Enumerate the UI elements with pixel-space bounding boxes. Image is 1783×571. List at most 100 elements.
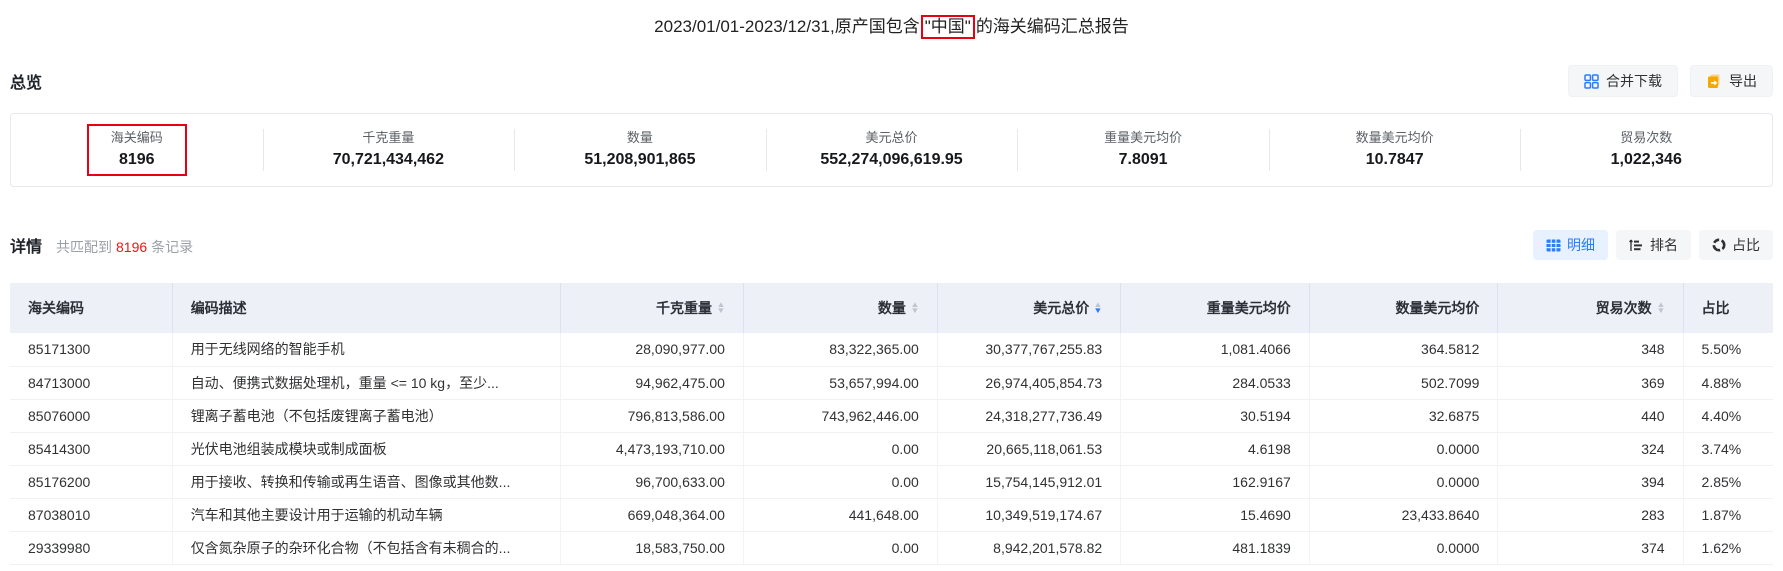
cell-1: 自动、便携式数据处理机，重量 <= 10 kg，至少...: [172, 366, 561, 400]
sort-carets-icon[interactable]: ▲ ▼: [1656, 301, 1665, 315]
donut-chart-icon: [1712, 238, 1726, 252]
cell-0: 29339980: [10, 531, 173, 565]
column-label: 海关编码: [28, 300, 84, 316]
table-row: 85171300 用于无线网络的智能手机 28,090,977.00 83,322,3…: [10, 333, 1773, 367]
merge-grid-icon: [1584, 73, 1599, 89]
export-label: 导出: [1729, 73, 1757, 89]
cell-8: 4.88%: [1683, 366, 1773, 400]
stat-label: 数量美元均价: [1355, 130, 1434, 145]
table-row: 84713000 自动、便携式数据处理机，重量 <= 10 kg，至少... 94,…: [10, 366, 1773, 400]
title-prefix: 2023/01/01-2023/12/31,原产国包含: [654, 17, 920, 36]
column-header-7[interactable]: 贸易次数 ▲ ▼: [1497, 283, 1684, 333]
column-header-2[interactable]: 千克重量 ▲ ▼: [560, 283, 744, 333]
tab-proportion-view[interactable]: 占比: [1699, 230, 1773, 260]
cell-8: 5.50%: [1683, 333, 1773, 367]
stat-value: 8196: [118, 151, 155, 168]
cell-8: 2.85%: [1683, 465, 1773, 499]
cell-1: 锂离子蓄电池（不包括废锂离子蓄电池）: [172, 399, 561, 433]
stat-value: 7.8091: [1118, 151, 1168, 168]
cell-0: 85076000: [10, 399, 173, 433]
top-actions: 合并下载 导出: [1568, 65, 1773, 97]
column-header-4[interactable]: 美元总价 ▲ ▼: [937, 283, 1122, 333]
table-row: 85176200 用于接收、转换和传输或再生语音、图像或其他数... 96,700,…: [10, 465, 1773, 499]
cell-6: 32.6875: [1309, 399, 1499, 433]
match-record-text: 共匹配到 8196 条记录: [56, 237, 193, 257]
table-header-row: 海关编码 编码描述 千克重量 ▲ ▼ 数量 ▲ ▼ 美元总价 ▲ ▼ 重量美元均价 数量美元均价 贸易次数…: [10, 283, 1773, 333]
table-row: 85076000 锂离子蓄电池（不包括废锂离子蓄电池） 796,813,586.00…: [10, 399, 1773, 433]
export-button[interactable]: 导出: [1690, 65, 1773, 97]
stat-label: 美元总价: [865, 130, 918, 145]
stat-5: 数量美元均价 10.7847: [1269, 114, 1521, 186]
stat-label: 海关编码: [110, 130, 163, 145]
column-header-1: 编码描述: [172, 283, 561, 333]
table-row: 29339980 仅含氮杂原子的杂环化合物（不包括含有未稠合的... 18,583,…: [10, 531, 1773, 565]
column-header-8: 占比: [1683, 283, 1773, 333]
stat-box: 贸易次数 1,022,346: [1587, 124, 1706, 176]
merge-download-button[interactable]: 合并下载: [1568, 65, 1678, 97]
cell-2: 18,583,750.00: [560, 531, 744, 565]
cell-4: 30,377,767,255.83: [937, 333, 1122, 367]
cell-2: 4,473,193,710.00: [560, 432, 744, 466]
cell-6: 0.0000: [1309, 465, 1499, 499]
stat-box: 重量美元均价 7.8091: [1080, 124, 1206, 176]
cell-5: 1,081.4066: [1120, 333, 1310, 367]
cell-4: 24,318,277,736.49: [937, 399, 1122, 433]
cell-6: 364.5812: [1309, 333, 1499, 367]
cell-3: 441,648.00: [743, 498, 938, 532]
column-header-5: 重量美元均价: [1120, 283, 1310, 333]
cell-0: 85171300: [10, 333, 173, 367]
cell-3: 53,657,994.00: [743, 366, 938, 400]
cell-3: 0.00: [743, 465, 938, 499]
column-label: 占比: [1701, 300, 1730, 316]
sort-carets-icon[interactable]: ▲ ▼: [910, 301, 919, 315]
cell-2: 796,813,586.00: [560, 399, 744, 433]
tab-detail-label: 明细: [1567, 237, 1595, 253]
cell-2: 28,090,977.00: [560, 333, 744, 367]
stat-value: 70,721,434,462: [332, 151, 444, 168]
tab-ranking-view[interactable]: 排名: [1616, 230, 1691, 260]
cell-0: 85176200: [10, 465, 173, 499]
match-suffix: 条记录: [151, 239, 194, 255]
cell-1: 用于无线网络的智能手机: [172, 333, 561, 367]
cell-5: 30.5194: [1120, 399, 1310, 433]
cell-5: 481.1839: [1120, 531, 1310, 565]
stat-1: 千克重量 70,721,434,462: [263, 114, 515, 186]
stat-label: 重量美元均价: [1104, 130, 1183, 145]
cell-3: 743,962,446.00: [743, 399, 938, 433]
cell-2: 669,048,364.00: [560, 498, 744, 532]
cell-8: 3.74%: [1683, 432, 1773, 466]
match-prefix: 共匹配到: [56, 239, 113, 255]
stat-box: 美元总价 552,274,096,619.95: [796, 124, 986, 176]
table-grid-icon: [1546, 239, 1561, 252]
overview-heading: 总览: [10, 75, 43, 92]
overview-stats-card: 海关编码 8196 千克重量 70,721,434,462 数量 51,208,901,8…: [10, 113, 1773, 187]
cell-4: 26,974,405,854.73: [937, 366, 1122, 400]
cell-1: 汽车和其他主要设计用于运输的机动车辆: [172, 498, 561, 532]
cell-1: 用于接收、转换和传输或再生语音、图像或其他数...: [172, 465, 561, 499]
ranking-bars-icon: [1629, 239, 1644, 252]
sort-carets-icon[interactable]: ▲ ▼: [1094, 301, 1103, 315]
sort-carets-icon[interactable]: ▲ ▼: [716, 301, 725, 315]
column-label: 数量: [877, 300, 906, 316]
tab-detail-view[interactable]: 明细: [1533, 230, 1608, 260]
title-highlight-text: "中国": [924, 17, 971, 36]
cell-3: 83,322,365.00: [743, 333, 938, 367]
stat-2: 数量 51,208,901,865: [514, 114, 766, 186]
cell-4: 15,754,145,912.01: [937, 465, 1122, 499]
cell-3: 0.00: [743, 432, 938, 466]
cell-4: 10,349,519,174.67: [937, 498, 1122, 532]
tab-ranking-label: 排名: [1650, 237, 1678, 253]
column-header-3[interactable]: 数量 ▲ ▼: [743, 283, 938, 333]
stat-6: 贸易次数 1,022,346: [1520, 114, 1772, 186]
view-tabs: 明细 排名 占比: [1533, 230, 1773, 260]
stat-highlight-box: 海关编码 8196: [86, 124, 187, 176]
stat-value: 51,208,901,865: [584, 151, 696, 168]
cell-4: 8,942,201,578.82: [937, 531, 1122, 565]
table-row: 85414300 光伏电池组装成模块或制成面板 4,473,193,710.00 0.…: [10, 432, 1773, 466]
cell-2: 96,700,633.00: [560, 465, 744, 499]
table-row: 87038010 汽车和其他主要设计用于运输的机动车辆 669,048,364.00…: [10, 498, 1773, 532]
stat-label: 千克重量: [362, 130, 415, 145]
detail-bar: 详情 共匹配到 8196 条记录 明细 排名 占比: [10, 229, 1773, 261]
cell-7: 324: [1497, 432, 1684, 466]
page-title: 2023/01/01-2023/12/31,原产国包含 "中国" 的海关编码汇总报告: [10, 12, 1773, 39]
